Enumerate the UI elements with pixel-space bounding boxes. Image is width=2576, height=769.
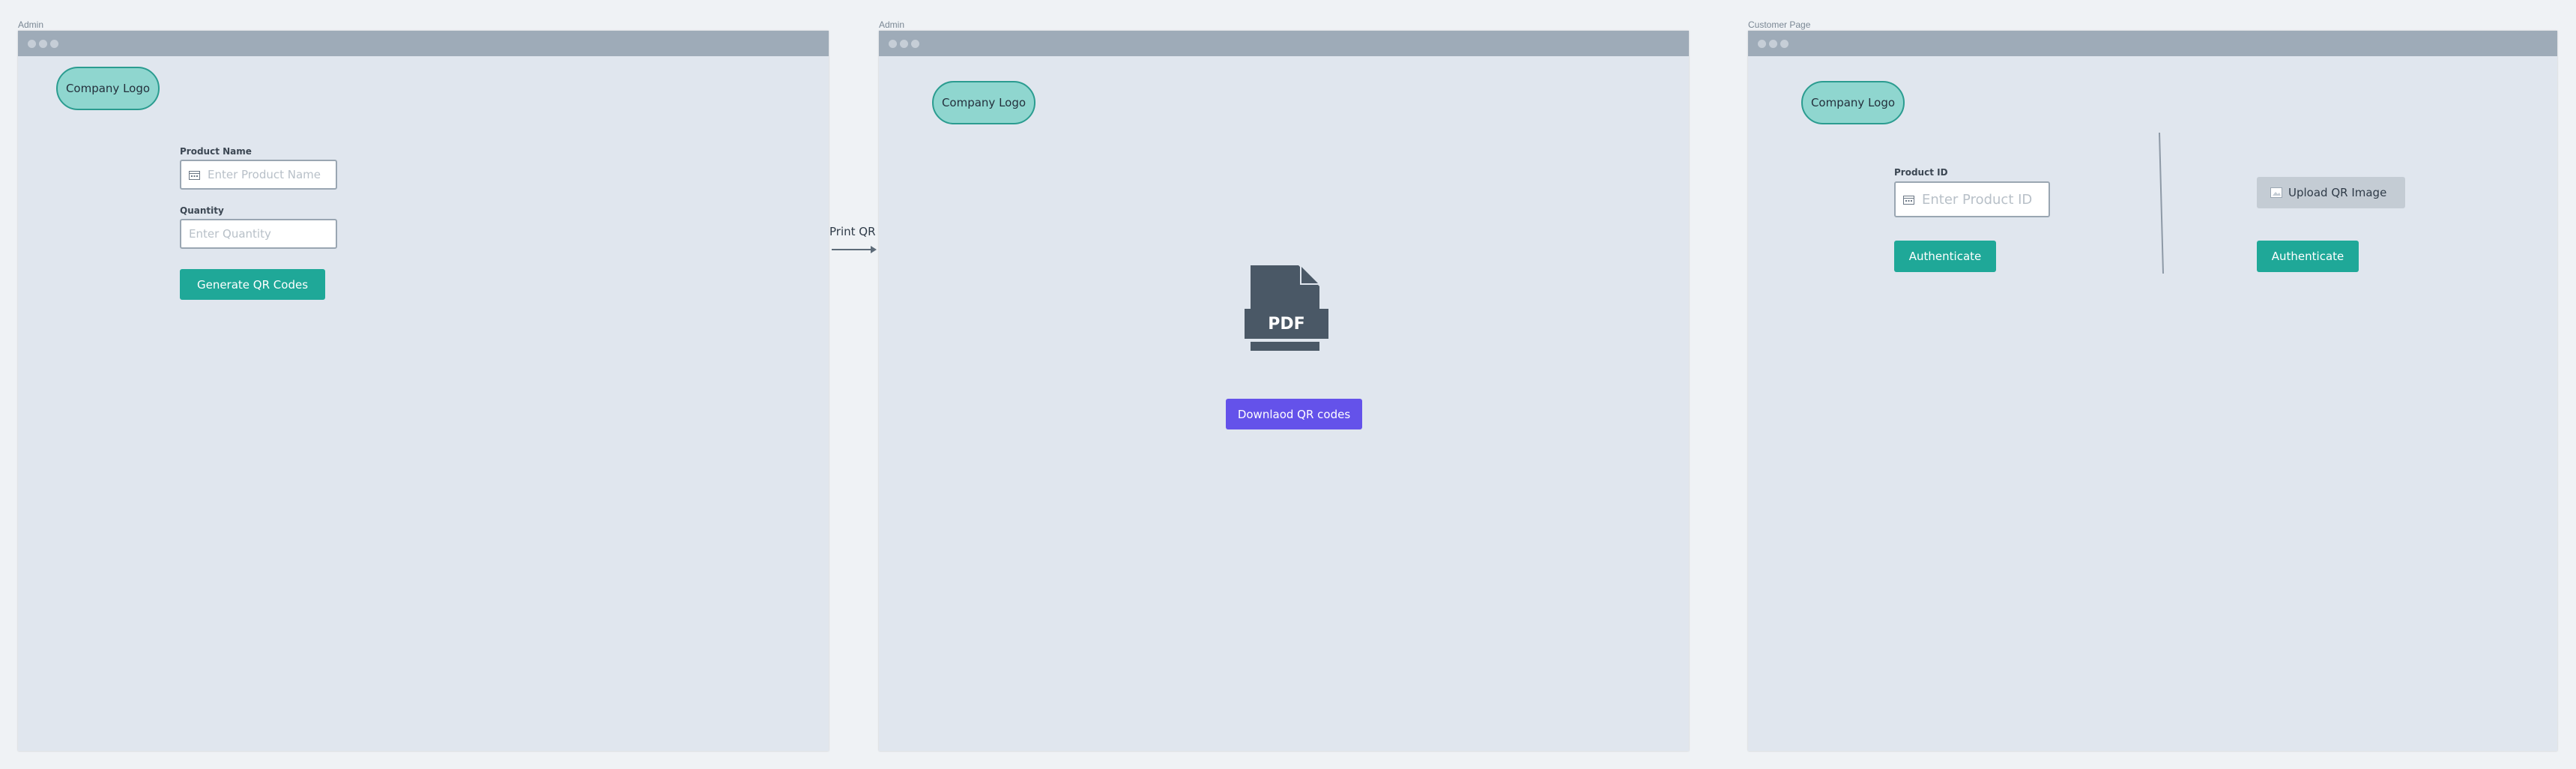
company-logo: Company Logo bbox=[932, 81, 1035, 124]
product-name-input[interactable]: Enter Product Name bbox=[180, 160, 337, 190]
company-logo: Company Logo bbox=[1801, 81, 1905, 124]
print-qr-label: Print QR bbox=[829, 225, 876, 238]
company-logo-label: Company Logo bbox=[1810, 96, 1896, 109]
download-qr-codes-button[interactable]: Downlaod QR codes bbox=[1226, 399, 1362, 429]
frame-label-admin-1: Admin bbox=[18, 19, 44, 30]
image-icon bbox=[2270, 187, 2282, 198]
product-name-label: Product Name bbox=[180, 146, 252, 157]
customer-window: Company Logo Product ID Enter Product ID… bbox=[1748, 31, 2557, 751]
divider-line bbox=[2159, 132, 2164, 274]
window-dot-icon[interactable] bbox=[1769, 39, 1777, 48]
authenticate-qr-button[interactable]: Authenticate bbox=[2257, 241, 2359, 272]
window-dot-icon[interactable] bbox=[50, 39, 58, 48]
frame-label-admin-2: Admin bbox=[879, 19, 905, 30]
window-dot-icon[interactable] bbox=[889, 39, 897, 48]
window-titlebar bbox=[18, 31, 829, 56]
product-id-input[interactable]: Enter Product ID bbox=[1894, 181, 2050, 217]
product-name-placeholder: Enter Product Name bbox=[208, 168, 321, 181]
generate-qr-codes-button[interactable]: Generate QR Codes bbox=[180, 269, 325, 300]
window-dot-icon[interactable] bbox=[911, 39, 919, 48]
product-id-placeholder: Enter Product ID bbox=[1922, 191, 2033, 208]
authenticate-id-button[interactable]: Authenticate bbox=[1894, 241, 1996, 272]
quantity-placeholder: Enter Quantity bbox=[189, 227, 271, 241]
window-dot-icon[interactable] bbox=[900, 39, 908, 48]
admin-download-window: Company Logo PDF Downlaod QR codes bbox=[879, 31, 1689, 751]
pdf-label: PDF bbox=[1268, 314, 1305, 334]
upload-qr-image-button[interactable]: Upload QR Image bbox=[2257, 177, 2405, 208]
window-dot-icon[interactable] bbox=[28, 39, 36, 48]
company-logo-label: Company Logo bbox=[941, 96, 1027, 109]
upload-qr-image-label: Upload QR Image bbox=[2288, 186, 2387, 199]
window-titlebar bbox=[1748, 31, 2557, 56]
quantity-input[interactable]: Enter Quantity bbox=[180, 219, 337, 249]
company-logo: Company Logo bbox=[56, 67, 160, 110]
window-titlebar bbox=[879, 31, 1689, 56]
quantity-label: Quantity bbox=[180, 205, 224, 216]
pdf-file-icon: PDF bbox=[1243, 265, 1330, 354]
admin-form-window: Company Logo Product Name Enter Product … bbox=[18, 31, 829, 751]
company-logo-label: Company Logo bbox=[65, 82, 151, 95]
calendar-icon bbox=[1903, 195, 1914, 205]
frame-label-customer: Customer Page bbox=[1748, 19, 1811, 30]
window-dot-icon[interactable] bbox=[39, 39, 47, 48]
window-dot-icon[interactable] bbox=[1758, 39, 1766, 48]
calendar-icon bbox=[189, 170, 200, 180]
product-id-label: Product ID bbox=[1894, 167, 1948, 178]
flow-arrow-icon bbox=[832, 246, 877, 253]
window-dot-icon[interactable] bbox=[1780, 39, 1789, 48]
